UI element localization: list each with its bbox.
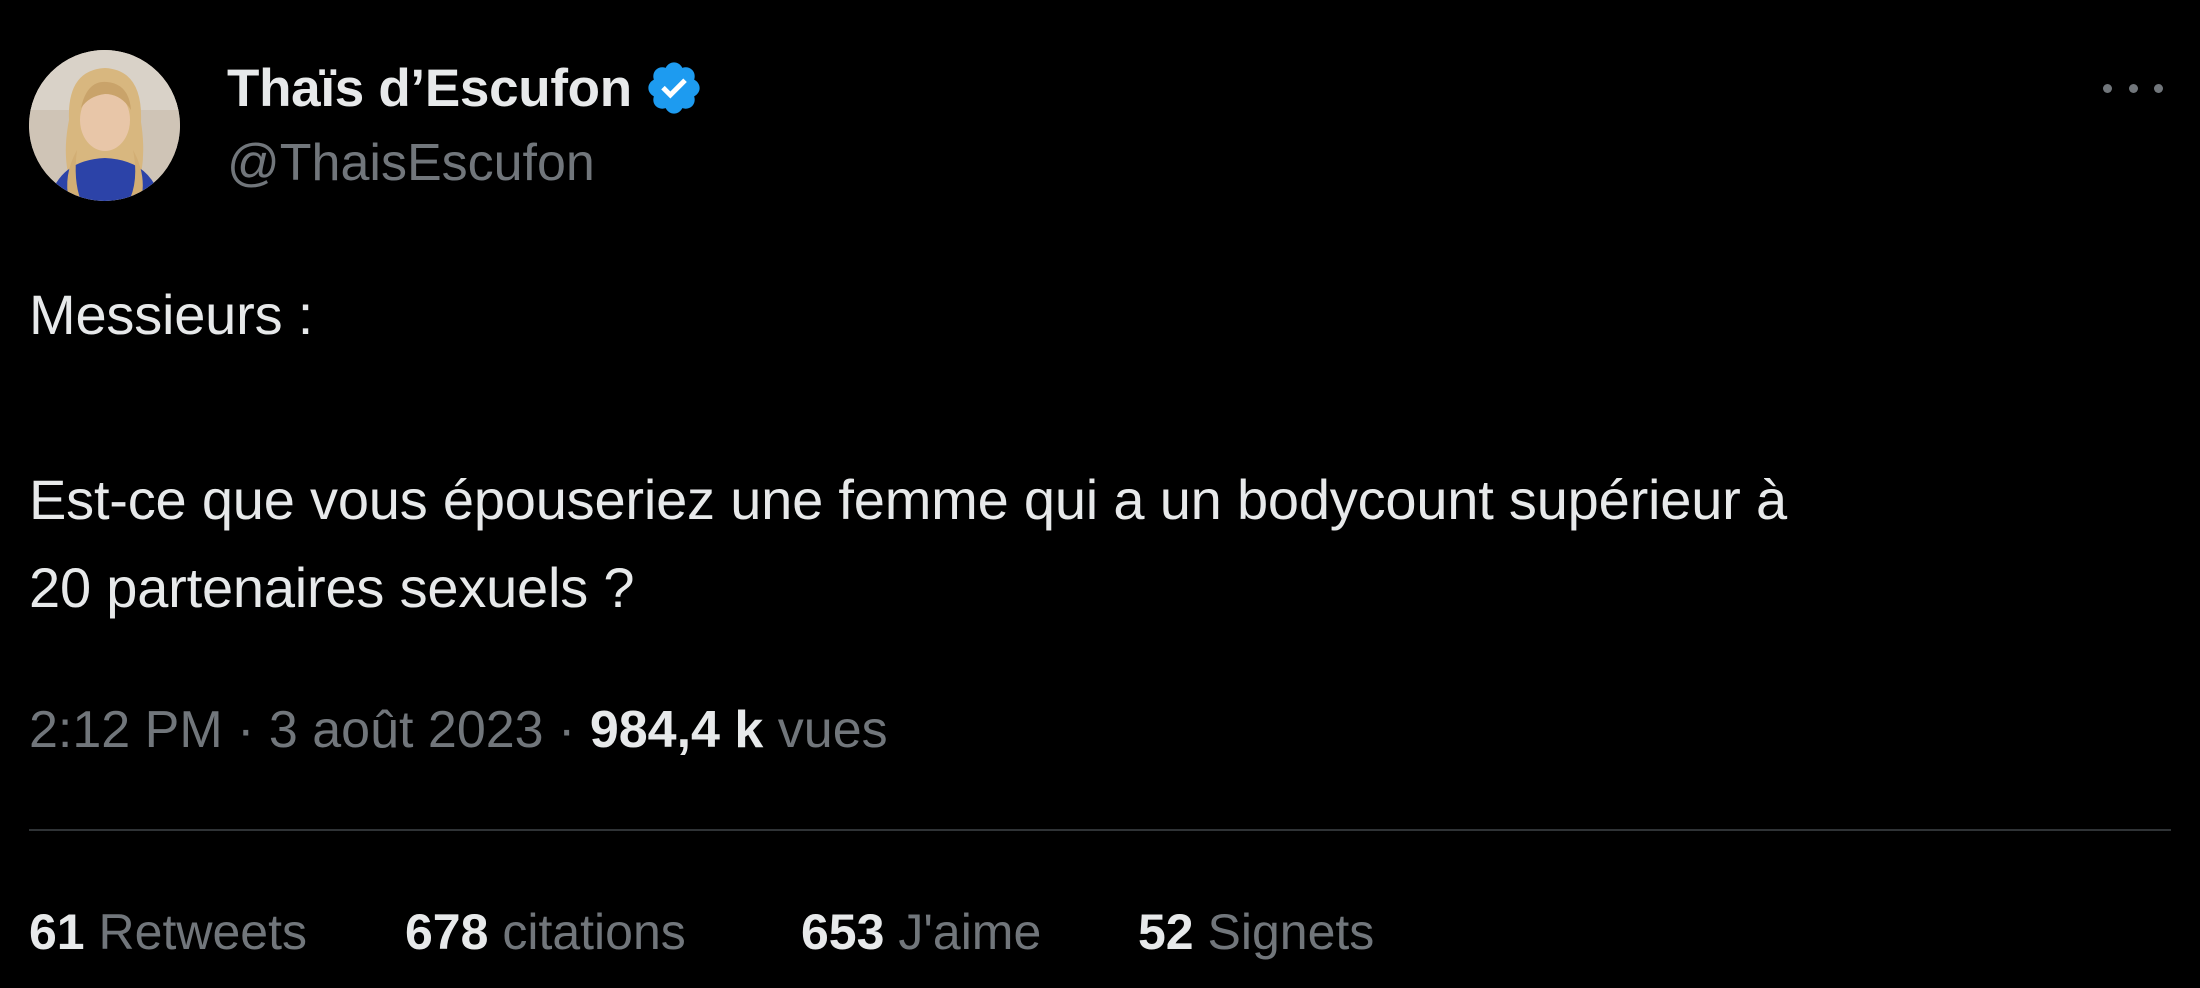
meta-separator: · — [558, 701, 576, 759]
stat-label: Signets — [1207, 904, 1375, 960]
author-name-row: Thaïs d’Escufon — [227, 56, 704, 120]
tweet-text-line: Messieurs : — [29, 283, 314, 346]
stat-likes[interactable]: 653 J'aime — [801, 903, 1041, 961]
tweet-text-line: 20 partenaires sexuels ? — [29, 556, 635, 619]
stat-count: 678 — [405, 904, 489, 960]
tweet-metadata: 2:12 PM · 3 août 2023 · 984,4 k vues — [29, 700, 888, 760]
more-options-icon[interactable] — [2103, 70, 2163, 106]
avatar-image — [29, 50, 180, 201]
stat-label: J'aime — [898, 904, 1042, 960]
stat-label: Retweets — [98, 904, 307, 960]
tweet-date[interactable]: 3 août 2023 — [269, 701, 544, 759]
views-count: 984,4 k — [589, 701, 764, 759]
more-dot — [2154, 83, 2163, 93]
stat-retweets[interactable]: 61 Retweets — [29, 903, 307, 961]
stat-quotes[interactable]: 678 citations — [405, 903, 686, 961]
stat-bookmarks[interactable]: 52 Signets — [1138, 903, 1374, 961]
stat-label: citations — [502, 904, 686, 960]
author-display-name[interactable]: Thaïs d’Escufon — [227, 58, 632, 119]
views-label: vues — [777, 701, 888, 759]
verified-badge-icon[interactable] — [644, 58, 704, 118]
meta-separator: · — [237, 701, 255, 759]
avatar[interactable] — [29, 50, 180, 201]
stat-count: 61 — [29, 904, 85, 960]
tweet-card: Thaïs d’Escufon @ThaisEscufon Messieurs … — [0, 0, 2200, 988]
more-dot — [2103, 83, 2112, 93]
tweet-text-line: Est-ce que vous épouseriez une femme qui… — [29, 468, 1787, 531]
author-handle[interactable]: @ThaisEscufon — [227, 133, 595, 193]
tweet-time[interactable]: 2:12 PM — [29, 701, 223, 759]
stat-count: 653 — [801, 904, 885, 960]
more-dot — [2128, 83, 2138, 93]
stat-count: 52 — [1138, 904, 1194, 960]
divider — [29, 829, 2171, 831]
